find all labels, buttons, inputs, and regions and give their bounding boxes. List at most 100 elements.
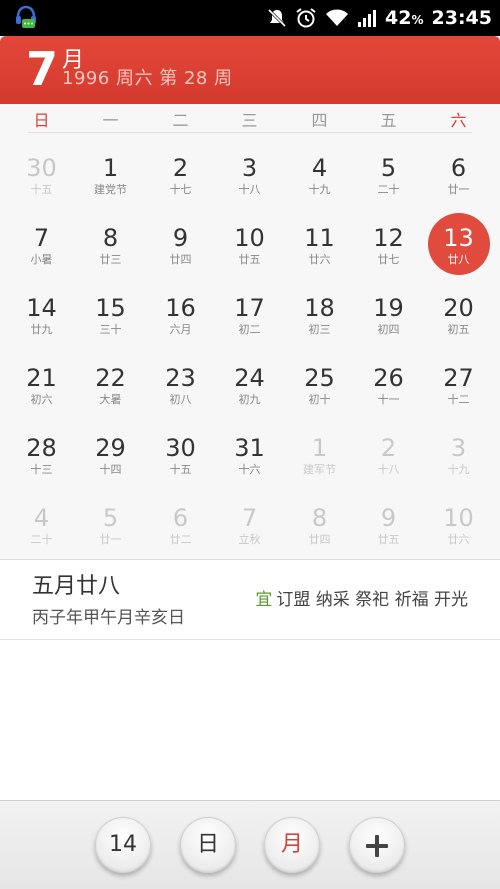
day-cell[interactable]: 17 初二 (215, 280, 284, 350)
day-cell[interactable]: 10 廿六 (424, 490, 493, 560)
day-number: 3 (450, 434, 467, 462)
day-number: 31 (234, 434, 265, 462)
plus-icon (366, 835, 388, 857)
day-cell[interactable]: 4 二十 (7, 490, 76, 560)
day-number: 29 (95, 434, 126, 462)
lunar-label: 廿六 (308, 253, 331, 266)
day-number: 1 (102, 154, 119, 182)
day-cell[interactable]: 8 廿三 (76, 210, 145, 280)
lunar-label: 十二 (447, 393, 470, 406)
lunar-label: 十四 (99, 463, 122, 476)
day-cell[interactable]: 1 建军节 (285, 420, 354, 490)
day-cell[interactable]: 10 廿五 (215, 210, 284, 280)
lunar-label: 廿三 (99, 253, 122, 266)
day-cell[interactable]: 21 初六 (7, 350, 76, 420)
lunar-label: 初四 (377, 323, 400, 336)
day-number: 8 (102, 224, 119, 252)
bottom-toolbar: 14 日 月 (0, 800, 500, 889)
day-cell[interactable]: 6 廿一 (424, 140, 493, 210)
day-cell[interactable]: 16 六月 (146, 280, 215, 350)
day-number: 4 (311, 154, 328, 182)
day-cell[interactable]: 4 十九 (285, 140, 354, 210)
day-cell[interactable]: 7 立秋 (215, 490, 284, 560)
day-cell[interactable]: 2 十八 (354, 420, 423, 490)
day-cell[interactable]: 26 十一 (354, 350, 423, 420)
status-bar: 42% 23:45 (0, 0, 500, 36)
day-number: 10 (234, 224, 265, 252)
day-cell[interactable]: 25 初十 (285, 350, 354, 420)
lunar-label: 十八 (377, 463, 400, 476)
lunar-label: 初十 (308, 393, 331, 406)
day-cell[interactable]: 20 初五 (424, 280, 493, 350)
day-cell[interactable]: 30 十五 (7, 140, 76, 210)
day-number: 23 (165, 364, 196, 392)
day-cell[interactable]: 1 建党节 (76, 140, 145, 210)
lunar-label: 三十 (99, 323, 122, 336)
lunar-label: 十九 (447, 463, 470, 476)
day-number: 9 (380, 504, 397, 532)
clock: 23:45 (431, 7, 492, 29)
yi-label: 宜 (255, 590, 273, 610)
lunar-label: 廿四 (308, 533, 331, 546)
day-cell[interactable]: 19 初四 (354, 280, 423, 350)
lunar-label: 初六 (30, 393, 53, 406)
day-cell[interactable]: 12 廿七 (354, 210, 423, 280)
day-cell[interactable]: 7 小暑 (7, 210, 76, 280)
day-view-button[interactable]: 日 (180, 817, 236, 873)
lunar-label: 廿六 (447, 533, 470, 546)
day-number: 13 (443, 224, 474, 252)
lunar-label: 廿二 (169, 533, 192, 546)
day-cell[interactable]: 9 廿五 (354, 490, 423, 560)
lunar-label: 廿七 (377, 253, 400, 266)
day-number: 1 (311, 434, 328, 462)
day-cell[interactable]: 30 十五 (146, 420, 215, 490)
lunar-label: 建党节 (94, 183, 127, 196)
day-cell[interactable]: 5 廿一 (76, 490, 145, 560)
day-cell[interactable]: 23 初八 (146, 350, 215, 420)
day-cell[interactable]: 28 十三 (7, 420, 76, 490)
lunar-label: 廿五 (238, 253, 261, 266)
day-cell[interactable]: 2 十七 (146, 140, 215, 210)
month-header[interactable]: 7 月 1996 周六 第 28 周 (0, 36, 500, 104)
add-event-button[interactable] (349, 817, 405, 873)
day-cell[interactable]: 15 三十 (76, 280, 145, 350)
day-cell[interactable]: 6 廿二 (146, 490, 215, 560)
day-number: 11 (304, 224, 335, 252)
day-info-panel[interactable]: 五月廿八 丙子年甲午月辛亥日 宜订盟 纳采 祭祀 祈福 开光 (0, 560, 500, 640)
lunar-label: 十七 (169, 183, 192, 196)
day-cell[interactable]: 24 初九 (215, 350, 284, 420)
month-view-button[interactable]: 月 (264, 817, 320, 873)
day-cell[interactable]: 3 十八 (215, 140, 284, 210)
events-area[interactable] (0, 640, 500, 800)
day-cell[interactable]: 14 廿九 (7, 280, 76, 350)
lunar-label: 大暑 (99, 393, 122, 406)
battery-percent: 42% (385, 7, 424, 29)
today-button[interactable]: 14 (95, 817, 151, 873)
day-cell[interactable]: 27 十二 (424, 350, 493, 420)
calendar-app: 7 月 1996 周六 第 28 周 日 一 二 三 四 五 六 30 十五 1 建党… (0, 36, 500, 889)
day-cell[interactable]: 31 十六 (215, 420, 284, 490)
day-cell[interactable]: 29 十四 (76, 420, 145, 490)
lunar-label: 小暑 (30, 253, 53, 266)
weekday-divider (28, 132, 472, 133)
lunar-label: 廿八 (447, 253, 470, 266)
day-number: 10 (443, 504, 474, 532)
day-cell-selected[interactable]: 13 廿八 (424, 210, 493, 280)
day-number: 28 (26, 434, 57, 462)
day-cell[interactable]: 5 二十 (354, 140, 423, 210)
day-number: 5 (380, 154, 397, 182)
lunar-label: 二十 (30, 533, 53, 546)
day-number: 21 (26, 364, 57, 392)
day-cell[interactable]: 18 初三 (285, 280, 354, 350)
day-cell[interactable]: 11 廿六 (285, 210, 354, 280)
day-cell[interactable]: 8 廿四 (285, 490, 354, 560)
day-cell[interactable]: 22 大暑 (76, 350, 145, 420)
day-cell[interactable]: 3 十九 (424, 420, 493, 490)
day-number: 18 (304, 294, 335, 322)
day-number: 7 (33, 224, 50, 252)
day-number: 2 (172, 154, 189, 182)
day-number: 15 (95, 294, 126, 322)
day-number: 27 (443, 364, 474, 392)
day-cell[interactable]: 9 廿四 (146, 210, 215, 280)
lunar-label: 廿一 (447, 183, 470, 196)
